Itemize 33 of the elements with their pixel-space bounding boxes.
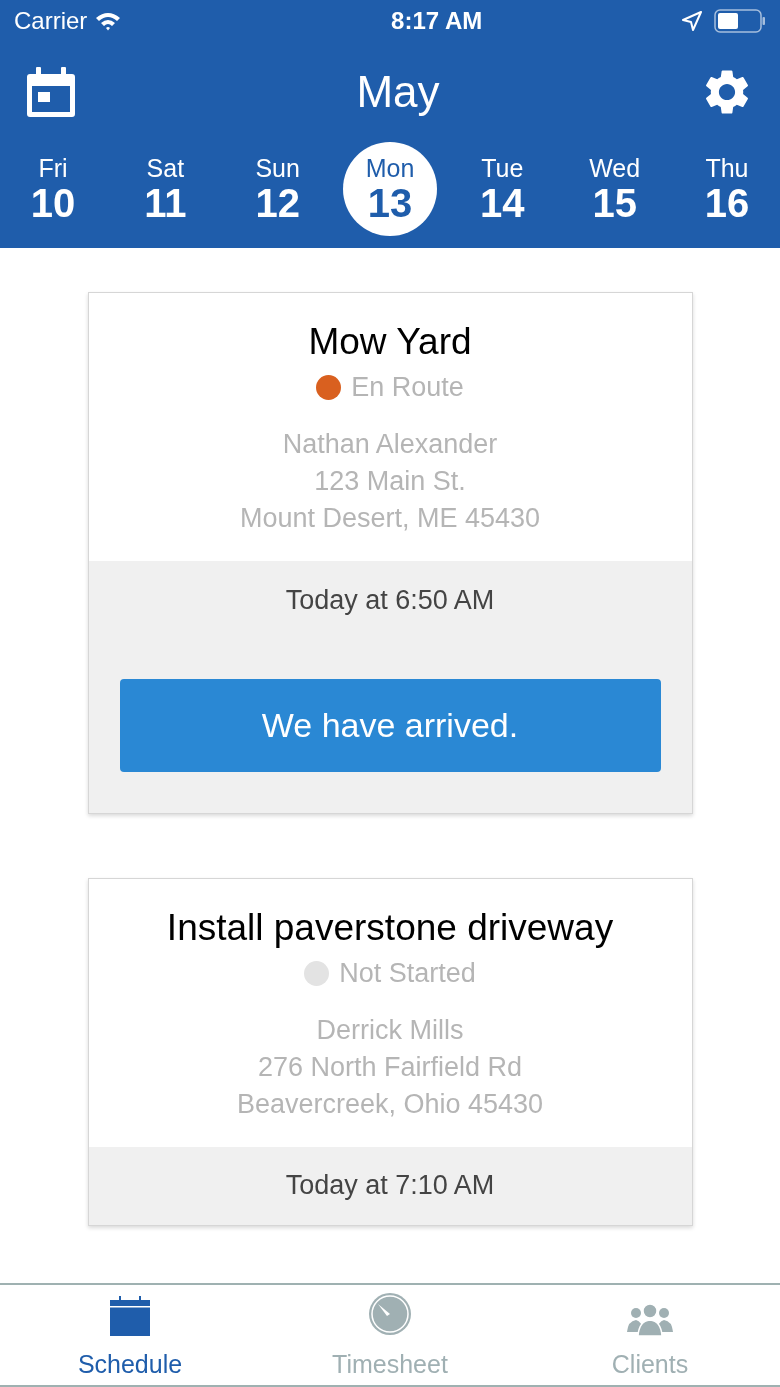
location-arrow-icon: [682, 11, 702, 31]
calendar-icon[interactable]: [26, 66, 76, 118]
job-status: En Route: [351, 371, 464, 405]
job-card[interactable]: Mow Yard En Route Nathan Alexander 123 Main St. Mount Desert, ME 45430 Today at 6:50 AM We have arrived.: [87, 292, 693, 814]
job-status: Not Started: [339, 957, 476, 990]
battery-icon: [714, 9, 766, 33]
address-line: Beavercreek, Ohio 45430: [236, 1087, 544, 1121]
job-title: Mow Yard: [308, 320, 472, 364]
client-name: Derrick Mills: [316, 1013, 464, 1047]
day-tab[interactable]: Fri 10: [6, 142, 100, 236]
address-line: 123 Main St.: [314, 464, 466, 498]
day-tab[interactable]: Wed 15: [567, 142, 662, 236]
day-tab[interactable]: Sun 12: [230, 142, 325, 236]
job-card[interactable]: Install paverstone driveway Not Started Derrick Mills 276 North Fairfield Rd Beavercreek, Ohio 45430 Today at 7:10 AM: [87, 877, 693, 1226]
stopwatch-icon: [368, 1291, 412, 1336]
address-line: 276 North Fairfield Rd: [257, 1050, 523, 1084]
day-tab[interactable]: Sat 11: [118, 142, 213, 236]
carrier-label: Carrier: [14, 6, 88, 36]
wifi-icon: [95, 11, 122, 31]
job-title: Install paverstone driveway: [166, 905, 614, 950]
tab-bar-item[interactable]: Schedule: [0, 1285, 260, 1385]
job-time: Today at 6:50 AM: [285, 583, 495, 617]
people-icon: [627, 1301, 673, 1336]
calendar-icon: [109, 1295, 151, 1336]
arrived-button[interactable]: We have arrived.: [119, 678, 661, 772]
address-line: Mount Desert, ME 45430: [239, 501, 541, 535]
job-time: Today at 7:10 AM: [285, 1169, 495, 1203]
day-tab[interactable]: Tue 14: [455, 142, 550, 236]
clock-time: 8:17 AM: [390, 6, 483, 36]
client-name: Nathan Alexander: [282, 427, 498, 461]
month-title: May: [355, 66, 440, 118]
day-tab[interactable]: Mon 13: [343, 142, 437, 236]
day-tab[interactable]: Thu 16: [679, 142, 774, 236]
